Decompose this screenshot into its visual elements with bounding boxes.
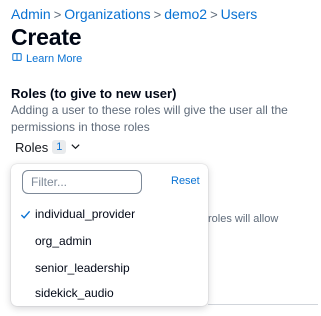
roles-section-description: Adding a user to these roles will give t… [11,103,288,134]
role-option-label: sidekick_audio [35,286,114,300]
role-option-sidekick-audio[interactable]: sidekick_audio [11,280,208,306]
breadcrumb-separator: > [210,7,218,22]
selected-count-badge: 1 [52,140,67,154]
reset-button[interactable]: Reset [171,175,200,187]
roles-multiselect-toggle[interactable]: Roles 1 [11,136,85,158]
breadcrumb-users[interactable]: Users [221,6,258,22]
page-title: Create [11,24,82,50]
chevron-down-icon [70,140,81,155]
breadcrumb-organizations[interactable]: Organizations [64,6,150,22]
role-option-org-admin[interactable]: org_admin [11,228,208,254]
learn-more-label: Learn More [26,52,83,65]
role-option-senior-leadership[interactable]: senior_leadership [11,255,208,281]
background-field [208,304,318,316]
background-hint-text: roles will allow [208,213,279,225]
breadcrumb: Admin > Organizations > demo2 > Users [11,6,257,22]
breadcrumb-demo2[interactable]: demo2 [164,6,207,22]
roles-toggle-label: Roles [15,139,49,155]
roles-section-title: Roles (to give to new user) [11,86,177,101]
breadcrumb-separator: > [53,7,62,22]
breadcrumb-separator: > [153,7,162,22]
checkmark-icon [11,209,35,220]
book-icon [12,52,22,65]
learn-more-link[interactable]: Learn More [12,52,82,65]
role-option-individual-provider[interactable]: individual_provider [11,201,208,227]
role-option-label: senior_leadership [35,261,130,275]
breadcrumb-admin[interactable]: Admin [11,6,51,22]
filter-input[interactable] [22,170,142,194]
roles-dropdown-panel: Reset individual_provider org_admin seni… [11,164,208,306]
role-option-label: org_admin [35,234,92,248]
role-option-label: individual_provider [35,207,136,221]
